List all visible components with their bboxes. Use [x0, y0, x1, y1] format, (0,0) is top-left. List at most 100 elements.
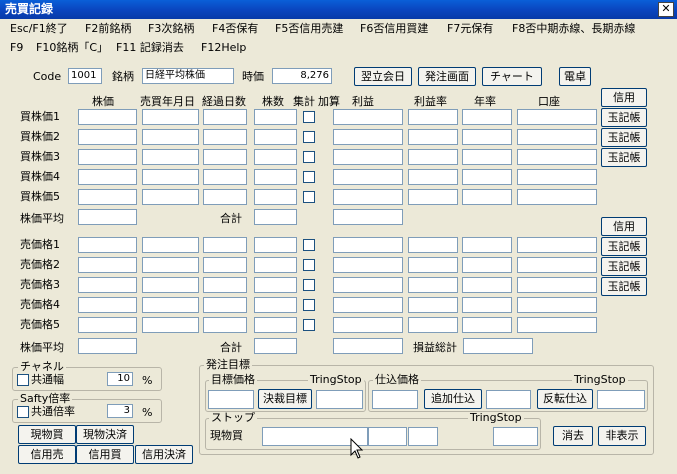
sell-sum-checkbox[interactable]: [303, 299, 315, 311]
tringstop-field-2[interactable]: [597, 390, 645, 409]
ledger-button-sell-2[interactable]: 玉記帳: [601, 257, 647, 276]
buy-date-field[interactable]: [142, 189, 199, 205]
buy-days-field[interactable]: [203, 129, 247, 145]
buy-annual-rate-field[interactable]: [462, 149, 512, 165]
buy-price-field[interactable]: [78, 129, 137, 145]
sell-profit-field[interactable]: [333, 277, 403, 293]
buy-annual-rate-field[interactable]: [462, 109, 512, 125]
ledger-button-buy-2[interactable]: 玉記帳: [601, 128, 647, 147]
ledger-button-buy-3[interactable]: 玉記帳: [601, 148, 647, 167]
sell-date-field[interactable]: [142, 297, 199, 313]
add-purchase-button[interactable]: 追加仕込: [424, 389, 482, 409]
credit-buy-button[interactable]: 信用買: [76, 445, 134, 464]
buy-price-field[interactable]: [78, 109, 137, 125]
buy-shares-field[interactable]: [254, 189, 297, 205]
safety-common-checkbox[interactable]: [17, 406, 29, 418]
sell-price-field[interactable]: [78, 257, 137, 273]
buy-account-field[interactable]: [517, 109, 597, 125]
menu-f11-clear[interactable]: F11 記録消去: [116, 40, 184, 56]
next-session-button[interactable]: 翌立会日: [354, 67, 412, 86]
buy-total-shares-field[interactable]: [254, 209, 297, 225]
sell-profit-field[interactable]: [333, 237, 403, 253]
credit-button-sell[interactable]: 信用: [601, 217, 647, 236]
menu-f2-prev[interactable]: F2前銘柄: [85, 21, 131, 37]
sell-days-field[interactable]: [203, 297, 247, 313]
safety-ratio-field[interactable]: 3: [107, 404, 133, 418]
sell-annual-rate-field[interactable]: [462, 297, 512, 313]
chart-button[interactable]: チャート: [482, 67, 542, 86]
menu-f4-hold[interactable]: F4否保有: [212, 21, 258, 37]
buy-days-field[interactable]: [203, 149, 247, 165]
buy-days-field[interactable]: [203, 189, 247, 205]
ledger-button-sell-3[interactable]: 玉記帳: [601, 277, 647, 296]
sell-profit-rate-field[interactable]: [408, 257, 458, 273]
tringstop-field-3[interactable]: [493, 427, 538, 446]
menu-f8-redline[interactable]: F8否中期赤線、長期赤線: [512, 21, 635, 37]
buy-profit-field[interactable]: [333, 109, 403, 125]
buy-profit-field[interactable]: [333, 149, 403, 165]
close-button[interactable]: ✕: [658, 2, 674, 17]
buy-profit-rate-field[interactable]: [408, 109, 458, 125]
reverse-purchase-button[interactable]: 反転仕込: [537, 389, 593, 409]
buy-average-field[interactable]: [78, 209, 137, 225]
sell-total-profit-field[interactable]: [333, 338, 403, 354]
order-screen-button[interactable]: 発注画面: [418, 67, 476, 86]
clear-button[interactable]: 消去: [553, 426, 593, 446]
sell-annual-rate-field[interactable]: [462, 257, 512, 273]
buy-shares-field[interactable]: [254, 149, 297, 165]
buy-profit-rate-field[interactable]: [408, 189, 458, 205]
buy-profit-rate-field[interactable]: [408, 129, 458, 145]
sell-average-field[interactable]: [78, 338, 137, 354]
buy-price-field[interactable]: [78, 169, 137, 185]
buy-sum-checkbox[interactable]: [303, 131, 315, 143]
sell-annual-rate-field[interactable]: [462, 237, 512, 253]
buy-sum-checkbox[interactable]: [303, 151, 315, 163]
sell-shares-field[interactable]: [254, 297, 297, 313]
ledger-button-sell-1[interactable]: 玉記帳: [601, 237, 647, 256]
menu-f6-credit-buy[interactable]: F6否信用買建: [360, 21, 428, 37]
sell-account-field[interactable]: [517, 277, 597, 293]
sell-price-field[interactable]: [78, 317, 137, 333]
credit-sell-button[interactable]: 信用売: [18, 445, 76, 464]
buy-account-field[interactable]: [517, 189, 597, 205]
sell-sum-checkbox[interactable]: [303, 259, 315, 271]
settle-target-button[interactable]: 決裁目標: [258, 389, 312, 409]
buy-sum-checkbox[interactable]: [303, 191, 315, 203]
tringstop-field-1[interactable]: [316, 390, 363, 409]
sell-date-field[interactable]: [142, 237, 199, 253]
sell-sum-checkbox[interactable]: [303, 239, 315, 251]
credit-button-buy[interactable]: 信用: [601, 88, 647, 107]
buy-annual-rate-field[interactable]: [462, 189, 512, 205]
sell-shares-field[interactable]: [254, 317, 297, 333]
sell-date-field[interactable]: [142, 257, 199, 273]
shiire-price-field[interactable]: [372, 390, 418, 409]
stop-value-field-1[interactable]: [368, 427, 407, 446]
sell-profit-field[interactable]: [333, 297, 403, 313]
buy-profit-rate-field[interactable]: [408, 149, 458, 165]
sell-date-field[interactable]: [142, 277, 199, 293]
buy-shares-field[interactable]: [254, 109, 297, 125]
channel-common-checkbox[interactable]: [17, 374, 29, 386]
sell-profit-rate-field[interactable]: [408, 237, 458, 253]
sell-account-field[interactable]: [517, 257, 597, 273]
sell-total-shares-field[interactable]: [254, 338, 297, 354]
buy-date-field[interactable]: [142, 129, 199, 145]
sell-date-field[interactable]: [142, 317, 199, 333]
sell-price-field[interactable]: [78, 237, 137, 253]
buy-shares-field[interactable]: [254, 169, 297, 185]
buy-total-profit-field[interactable]: [333, 209, 403, 225]
loss-total-field[interactable]: [463, 338, 533, 354]
credit-settle-button[interactable]: 信用決済: [135, 445, 193, 464]
sell-annual-rate-field[interactable]: [462, 317, 512, 333]
buy-days-field[interactable]: [203, 169, 247, 185]
menu-f1-exit[interactable]: Esc/F1終了: [10, 21, 68, 37]
hide-button[interactable]: 非表示: [598, 426, 646, 446]
code-field[interactable]: 1001: [68, 68, 102, 84]
stop-value-field-2[interactable]: [408, 427, 438, 446]
menu-f5-credit-sell[interactable]: F5否信用売建: [275, 21, 343, 37]
meigara-field[interactable]: 日経平均株価: [142, 68, 234, 84]
ledger-button-buy-1[interactable]: 玉記帳: [601, 108, 647, 127]
channel-width-field[interactable]: 10: [107, 372, 133, 386]
sell-shares-field[interactable]: [254, 277, 297, 293]
sell-shares-field[interactable]: [254, 237, 297, 253]
